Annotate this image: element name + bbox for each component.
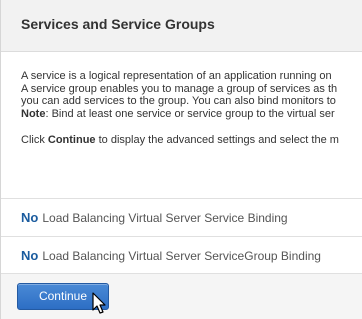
binding-status[interactable]: No [21, 248, 38, 263]
instruction-bold: Continue [47, 134, 96, 146]
panel-header: Services and Service Groups [1, 0, 362, 52]
description: A service is a logical representation of… [21, 70, 339, 147]
description-instruction: Click Continue to display the advanced s… [21, 134, 339, 147]
note-label: Note [21, 107, 46, 120]
binding-row-content: No Load Balancing Virtual Server Service … [21, 210, 288, 225]
binding-row-servicegroup[interactable]: No Load Balancing Virtual Server ServiceG… [1, 236, 362, 274]
description-line: you can add services to the group. You c… [21, 95, 336, 107]
description-line: A service is a logical representation of… [21, 70, 332, 82]
instruction-prefix: Click [21, 134, 48, 146]
note-text: : Bind at least one service or service g… [45, 107, 335, 120]
binding-status[interactable]: No [21, 210, 38, 225]
services-panel: Services and Service Groups A service is… [0, 0, 362, 319]
binding-row-service[interactable]: No Load Balancing Virtual Server Service … [1, 198, 362, 236]
description-line: A service group enables you to manage a … [21, 82, 338, 95]
instruction-suffix: to display the advanced settings and sel… [95, 134, 339, 146]
page-title: Services and Service Groups [21, 16, 215, 32]
description-note: Note: Bind at least one service or servi… [21, 108, 339, 121]
panel-footer: Continue [1, 274, 362, 319]
binding-row-content: No Load Balancing Virtual Server ServiceG… [21, 248, 321, 263]
mouse-pointer-icon [92, 292, 106, 314]
binding-label[interactable]: Load Balancing Virtual Server Service Bi… [42, 211, 287, 225]
binding-label[interactable]: Load Balancing Virtual Server ServiceGro… [42, 249, 321, 263]
